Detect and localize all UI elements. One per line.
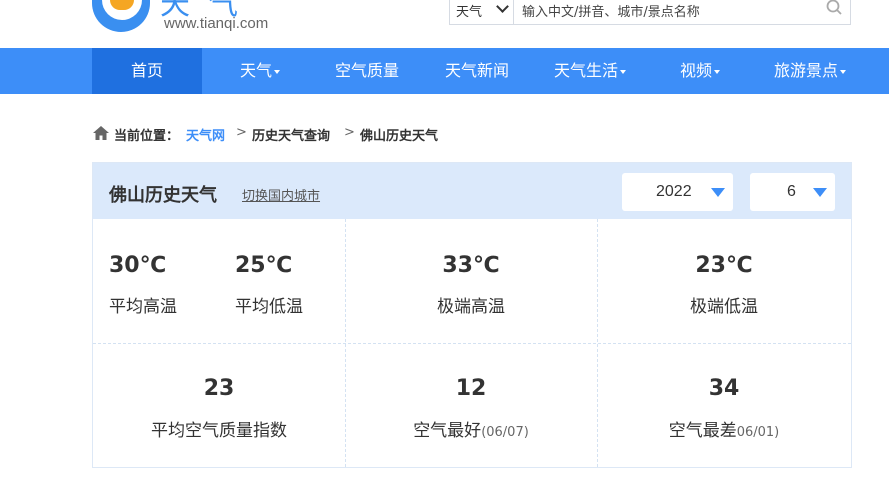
history-weather-panel: 佛山历史天气 切换国内城市 2022 6 30℃ 平均高温 25℃ 平均低温 3… <box>92 162 852 468</box>
month-value: 6 <box>787 183 796 200</box>
nav-item-weather-life[interactable]: 天气生活 <box>542 48 638 94</box>
caret-down-icon <box>274 69 280 74</box>
avg-low-value: 25℃ <box>235 253 293 278</box>
breadcrumb-separator: > <box>236 125 247 140</box>
worst-air-text: 空气最差 <box>668 421 737 441</box>
grid-divider <box>93 343 851 344</box>
nav-item-weather[interactable]: 天气 <box>212 48 308 94</box>
breadcrumb-link-home[interactable]: 天气网 <box>186 125 225 144</box>
logo-emblem-icon <box>92 0 150 32</box>
avg-aqi-label: 平均空气质量指数 <box>151 421 287 441</box>
worst-air-label: 空气最差06/01) <box>597 416 851 441</box>
nav-item-label: 天气 <box>239 61 272 80</box>
caret-down-icon <box>840 69 846 74</box>
caret-down-icon <box>714 69 720 74</box>
breadcrumb-prefix: 当前位置： <box>114 129 180 144</box>
extreme-low-label: 极端低温 <box>690 297 758 317</box>
search-type-select[interactable]: 天气 <box>450 0 514 24</box>
search-icon[interactable] <box>826 0 842 15</box>
nav-item-weather-news[interactable]: 天气新闻 <box>432 48 522 94</box>
nav-item-label: 天气新闻 <box>444 61 509 80</box>
best-air-value: 12 <box>455 376 487 401</box>
panel-header: 佛山历史天气 切换国内城市 2022 6 <box>93 163 851 219</box>
switch-city-link[interactable]: 切换国内城市 <box>242 185 320 204</box>
breadcrumb-link-history[interactable]: 历史天气查询 <box>252 125 330 144</box>
chevron-down-icon <box>496 0 509 13</box>
main-nav: 首页 天气 空气质量 天气新闻 天气生活 视频 旅游景点 <box>0 48 889 94</box>
breadcrumb-current: 佛山历史天气 <box>360 129 439 144</box>
nav-item-label: 旅游景点 <box>773 61 838 80</box>
avg-low-label: 平均低温 <box>235 297 303 317</box>
best-air-text: 空气最好 <box>413 421 482 441</box>
best-air-label: 空气最好(06/07) <box>345 416 597 441</box>
site-logo[interactable]: 天气 www.tianqi.com <box>92 0 292 46</box>
nav-item-label: 首页 <box>130 61 163 80</box>
search-input[interactable]: 输入中文/拼音、城市/景点名称 <box>522 1 700 20</box>
nav-item-home[interactable]: 首页 <box>92 48 202 94</box>
extreme-high-value: 33℃ <box>442 253 500 278</box>
search-type-value: 天气 <box>456 5 483 20</box>
extreme-low-value: 23℃ <box>695 253 753 278</box>
best-air-date: (06/07) <box>481 425 529 440</box>
triangle-down-icon <box>711 188 725 197</box>
nav-item-travel[interactable]: 旅游景点 <box>762 48 858 94</box>
search-bar: 天气 输入中文/拼音、城市/景点名称 <box>449 0 851 25</box>
year-select[interactable]: 2022 <box>622 173 733 211</box>
worst-air-value: 34 <box>708 376 740 401</box>
avg-high-label: 平均高温 <box>109 297 177 317</box>
nav-item-label: 空气质量 <box>334 61 399 80</box>
nav-item-label: 天气生活 <box>553 61 618 80</box>
triangle-down-icon <box>813 188 827 197</box>
month-select[interactable]: 6 <box>750 173 835 211</box>
site-header: 天气 www.tianqi.com 天气 输入中文/拼音、城市/景点名称 <box>0 0 889 48</box>
nav-item-label: 视频 <box>679 61 712 80</box>
avg-high-value: 30℃ <box>109 253 167 278</box>
home-icon <box>93 126 109 140</box>
avg-aqi-value: 23 <box>203 376 235 401</box>
year-value: 2022 <box>656 183 692 200</box>
breadcrumb-separator: > <box>344 125 355 140</box>
extreme-high-label: 极端高温 <box>437 297 505 317</box>
page-title: 佛山历史天气 <box>109 185 217 206</box>
nav-item-air-quality[interactable]: 空气质量 <box>322 48 412 94</box>
worst-air-date: 06/01) <box>736 425 780 440</box>
nav-item-video[interactable]: 视频 <box>668 48 732 94</box>
caret-down-icon <box>620 69 626 74</box>
logo-domain: www.tianqi.com <box>164 15 269 32</box>
